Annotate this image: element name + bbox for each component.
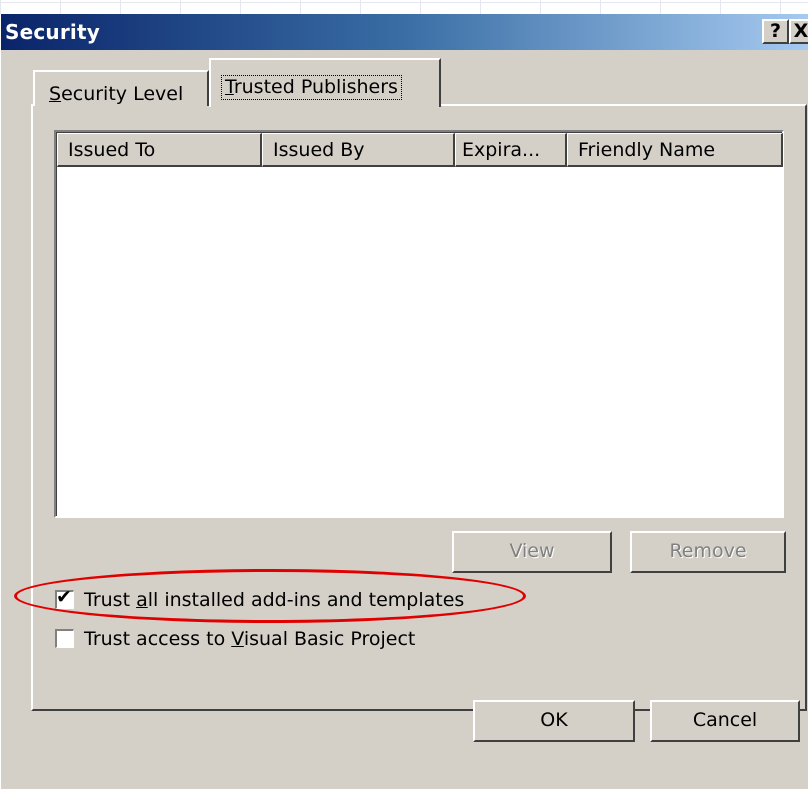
- tab-security-level[interactable]: Security Level: [33, 70, 209, 106]
- trust-addins-label: Trust all installed add-ins and template…: [84, 589, 464, 611]
- column-header-friendly-name[interactable]: Friendly Name: [567, 133, 783, 167]
- tab-focus-rect: Trusted Publishers: [221, 75, 402, 100]
- cancel-button[interactable]: Cancel: [650, 700, 800, 742]
- trust-addins-label-post: ll installed add-ins and templates: [147, 588, 465, 611]
- trust-vba-label-pre: Trust access to: [84, 627, 232, 650]
- trust-addins-label-mnemonic: a: [136, 588, 148, 611]
- remove-button[interactable]: Remove: [630, 531, 786, 573]
- trust-vba-label-mnemonic: V: [231, 627, 244, 650]
- tab-security-level-mnemonic: S: [49, 83, 62, 105]
- title-bar[interactable]: Security ? X: [1, 14, 808, 50]
- trust-vba-label-post: isual Basic Project: [243, 627, 416, 650]
- tab-trusted-publishers-label: rusted Publishers: [233, 76, 398, 98]
- trust-vba-label: Trust access to Visual Basic Project: [84, 628, 415, 650]
- trust-addins-checkbox-row[interactable]: ✔ Trust all installed add-ins and templat…: [55, 586, 464, 611]
- ok-button[interactable]: OK: [473, 700, 635, 742]
- trust-addins-checkbox[interactable]: ✔: [55, 586, 74, 609]
- column-header-issued-to[interactable]: Issued To: [57, 133, 262, 167]
- tab-trusted-publishers-mnemonic: T: [225, 76, 234, 98]
- column-header-expiration[interactable]: Expira...: [455, 133, 567, 167]
- trust-vba-checkbox[interactable]: [55, 629, 74, 648]
- tab-security-level-label: ecurity Level: [61, 83, 184, 105]
- tab-trusted-publishers[interactable]: Trusted Publishers: [209, 58, 441, 111]
- publishers-list[interactable]: Issued To Issued By Expira... Friendly N…: [54, 130, 784, 518]
- publishers-list-body[interactable]: Issued To Issued By Expira... Friendly N…: [56, 132, 783, 516]
- help-button[interactable]: ?: [762, 19, 789, 44]
- column-header-issued-by[interactable]: Issued By: [262, 133, 455, 167]
- checkmark-icon: ✔: [56, 586, 72, 608]
- view-button[interactable]: View: [452, 531, 612, 573]
- close-button[interactable]: X: [789, 19, 808, 44]
- trust-addins-label-pre: Trust: [84, 588, 137, 611]
- trust-vba-checkbox-row[interactable]: Trust access to Visual Basic Project: [55, 627, 415, 650]
- dialog-title: Security: [5, 20, 100, 44]
